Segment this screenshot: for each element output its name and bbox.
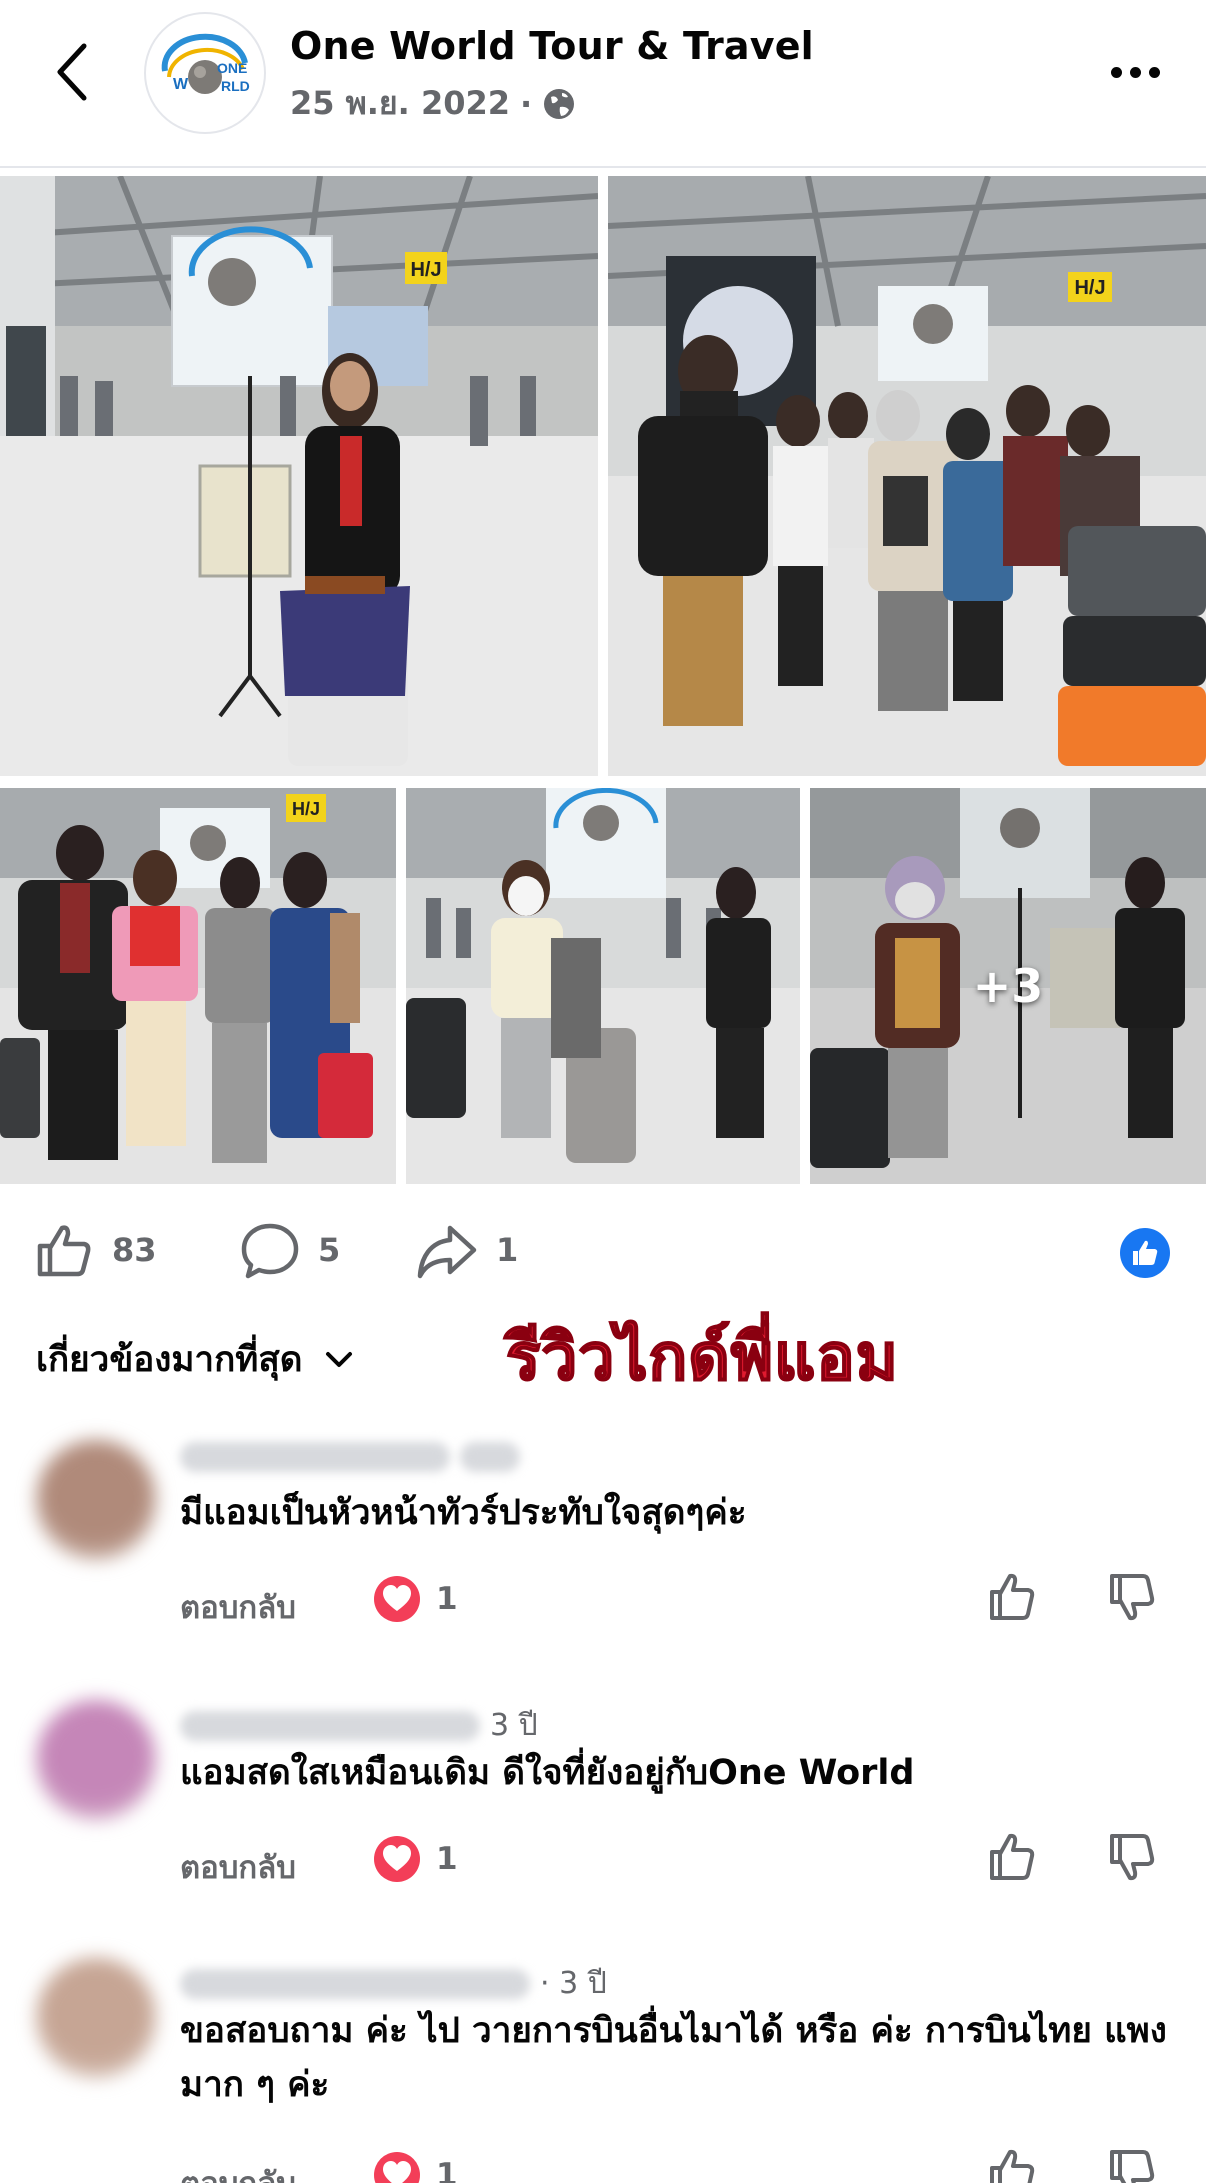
chevron-down-icon — [326, 1351, 353, 1367]
globe-icon — [544, 88, 575, 119]
comment-dislike-button[interactable] — [1108, 2148, 1156, 2183]
reaction-count: 1 — [436, 2157, 458, 2183]
photo-1[interactable]: H/J — [0, 176, 598, 776]
comment-time: 3 ปี — [490, 1708, 538, 1743]
like-count: 83 — [112, 1231, 157, 1269]
commenter-name[interactable]: · 3 ปี — [180, 1960, 607, 2007]
share-arrow-icon — [417, 1225, 477, 1279]
comment-like-button[interactable] — [988, 2148, 1036, 2183]
comment-actions: ตอบกลับ 1 — [180, 1572, 1160, 1632]
meta-separator: · — [520, 84, 533, 123]
comment-sort-dropdown[interactable]: เกี่ยวข้องมากที่สุด — [36, 1332, 354, 1387]
reaction-count: 1 — [436, 1841, 458, 1877]
comment-button[interactable]: 5 — [240, 1218, 340, 1282]
airport-photo: H/J — [608, 176, 1206, 776]
post-meta: 25 พ.ย. 2022 · — [290, 78, 576, 129]
counter-sign: H/J — [410, 259, 441, 281]
heart-reaction[interactable]: 1 — [372, 2150, 458, 2183]
svg-text:RLD: RLD — [221, 78, 250, 94]
photo-5-more[interactable]: +3 — [810, 788, 1206, 1184]
more-dot-icon — [1110, 66, 1122, 78]
comment-bubble-icon — [241, 1223, 299, 1279]
share-button[interactable]: 1 — [416, 1218, 518, 1282]
svg-text:ONE: ONE — [217, 60, 247, 76]
heart-reaction[interactable]: 1 — [372, 1574, 458, 1624]
commenter-avatar[interactable] — [36, 1440, 156, 1560]
reply-button[interactable]: ตอบกลับ — [180, 1842, 296, 1892]
reply-button[interactable]: ตอบกลับ — [180, 1582, 296, 1632]
post-header: ONE W RLD One World Tour & Travel 25 พ.ย… — [0, 0, 1206, 168]
thumbs-down-icon — [1110, 2150, 1155, 2183]
comment-text: ขอสอบถาม ค่ะ ไป วายการบินอื่นไมาได้ หรือ… — [180, 2011, 1167, 2105]
more-dot-icon — [1129, 66, 1141, 78]
heart-reaction[interactable]: 1 — [372, 1834, 458, 1884]
comment-count: 5 — [318, 1231, 341, 1269]
comment-time: · 3 ปี — [540, 1966, 607, 2001]
comment-item: · 3 ปี ขอสอบถาม ค่ะ ไป วายการบินอื่นไมาไ… — [0, 1948, 1206, 2183]
thumbs-up-icon — [990, 1833, 1035, 1880]
blurred-time — [460, 1442, 520, 1472]
sort-label: เกี่ยวข้องมากที่สุด — [36, 1340, 303, 1380]
svg-text:W: W — [173, 76, 189, 93]
comment-like-button[interactable] — [988, 1832, 1036, 1886]
comment-text: แอมสดใสเหมือนเดิม ดีใจที่ยังอยู่กับOne W… — [180, 1753, 915, 1793]
airport-photo: H/J — [0, 176, 598, 776]
one-world-logo: ONE W RLD — [161, 33, 250, 94]
comment-dislike-button[interactable] — [1108, 1572, 1156, 1626]
post-actions-bar: 83 5 1 — [0, 1200, 1206, 1300]
reaction-count: 1 — [436, 1581, 458, 1617]
thumbs-up-icon — [37, 1225, 91, 1277]
counter-sign: H/J — [292, 799, 320, 819]
more-dot-icon — [1148, 66, 1160, 78]
thumbs-down-icon — [1110, 1574, 1155, 1621]
blurred-name — [180, 1968, 530, 1999]
more-options-button[interactable] — [1100, 50, 1170, 94]
airport-photo: H/J — [0, 788, 396, 1184]
like-button[interactable]: 83 — [34, 1218, 157, 1282]
thumbs-up-filled-icon — [1133, 1240, 1158, 1265]
commenter-avatar[interactable] — [36, 1958, 156, 2078]
comment-actions: ตอบกลับ 1 — [180, 2148, 1160, 2183]
photo-2[interactable]: H/J — [608, 176, 1206, 776]
thumbs-up-icon — [990, 2149, 1035, 2183]
photo-grid: H/J H/J H/J +3 — [0, 176, 1206, 1184]
photo-3[interactable]: H/J — [0, 788, 396, 1184]
post-date: 25 พ.ย. 2022 — [290, 84, 511, 122]
blurred-name — [180, 1442, 450, 1472]
photo-4[interactable] — [406, 788, 800, 1184]
review-overlay-label: รีวิวไกด์พี่แอม — [505, 1320, 899, 1396]
comment-actions: ตอบกลับ 1 — [180, 1832, 1160, 1892]
back-button[interactable] — [42, 36, 102, 108]
heart-icon — [374, 1836, 420, 1882]
thumbs-down-icon — [1110, 1834, 1155, 1881]
page-name[interactable]: One World Tour & Travel — [290, 24, 814, 68]
commenter-name[interactable] — [180, 1442, 520, 1472]
more-photos-count: +3 — [972, 959, 1044, 1013]
like-reaction-icon[interactable] — [1120, 1228, 1170, 1278]
comment-like-button[interactable] — [988, 1572, 1036, 1626]
page-avatar-logo[interactable]: ONE W RLD — [144, 12, 266, 134]
comment-item: มีแอมเป็นหัวหน้าทัวร์ประทับใจสุดๆค่ะ ตอบ… — [0, 1430, 1206, 1660]
counter-sign: H/J — [1074, 277, 1105, 299]
thumbs-up-icon — [990, 1573, 1035, 1620]
heart-icon — [374, 1576, 420, 1622]
airport-photo — [406, 788, 800, 1184]
chevron-left-icon — [57, 43, 87, 101]
comment-text: มีแอมเป็นหัวหน้าทัวร์ประทับใจสุดๆค่ะ — [180, 1493, 747, 1533]
commenter-avatar[interactable] — [36, 1700, 156, 1820]
commenter-name[interactable]: 3 ปี — [180, 1702, 538, 1749]
reply-button[interactable]: ตอบกลับ — [180, 2158, 296, 2183]
comment-dislike-button[interactable] — [1108, 1832, 1156, 1886]
comment-item: 3 ปี แอมสดใสเหมือนเดิม ดีใจที่ยังอยู่กับ… — [0, 1690, 1206, 1920]
blurred-name — [180, 1710, 480, 1741]
share-count: 1 — [496, 1231, 519, 1269]
heart-icon — [374, 2152, 420, 2183]
